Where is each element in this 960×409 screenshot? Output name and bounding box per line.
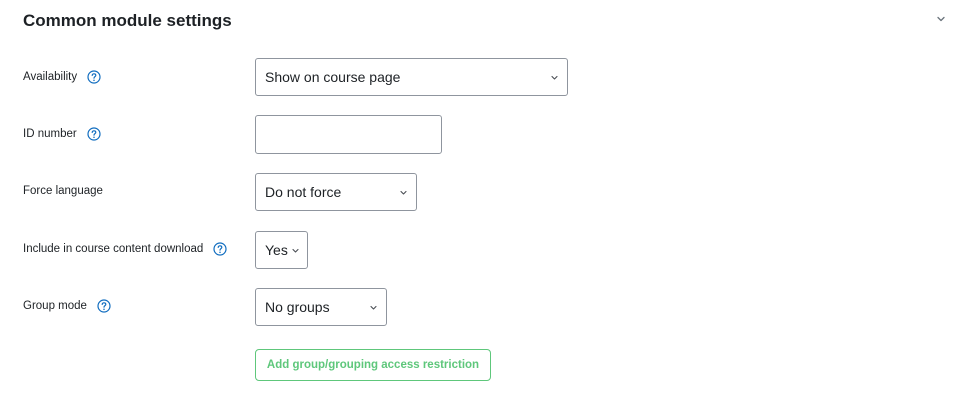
availability-label: Availability xyxy=(23,71,78,83)
help-icon[interactable] xyxy=(87,70,101,84)
availability-select-value: Show on course page xyxy=(265,69,401,85)
add-group-restriction-button[interactable]: Add group/grouping access restriction xyxy=(255,349,491,381)
download-row-label: Include in course content download xyxy=(23,241,227,257)
chevron-down-icon xyxy=(292,248,299,253)
id-number-label: ID number xyxy=(23,128,77,140)
force-language-row-label: Force language xyxy=(23,183,103,199)
group-mode-row-label: Group mode xyxy=(23,298,111,314)
chevron-down-icon xyxy=(551,75,558,80)
force-language-select-value: Do not force xyxy=(265,184,342,200)
group-mode-select-value: No groups xyxy=(265,299,330,315)
force-language-select[interactable]: Do not force xyxy=(255,173,417,211)
chevron-down-icon[interactable] xyxy=(934,12,948,26)
help-icon[interactable] xyxy=(213,242,227,256)
force-language-label: Force language xyxy=(23,185,103,197)
section-title: Common module settings xyxy=(23,11,232,30)
help-icon[interactable] xyxy=(97,299,111,313)
download-label: Include in course content download xyxy=(23,243,204,255)
download-select-value: Yes xyxy=(265,242,288,258)
common-module-settings-page: Common module settings Availability Show… xyxy=(0,0,960,409)
chevron-down-icon xyxy=(400,190,407,195)
id-number-input[interactable] xyxy=(255,115,442,154)
chevron-down-icon xyxy=(370,305,377,310)
availability-select[interactable]: Show on course page xyxy=(255,58,568,96)
help-icon[interactable] xyxy=(87,127,101,141)
group-mode-select[interactable]: No groups xyxy=(255,288,387,326)
download-select[interactable]: Yes xyxy=(255,231,308,269)
group-mode-label: Group mode xyxy=(23,300,87,312)
id-number-row-label: ID number xyxy=(23,126,101,142)
availability-row-label: Availability xyxy=(23,69,101,85)
